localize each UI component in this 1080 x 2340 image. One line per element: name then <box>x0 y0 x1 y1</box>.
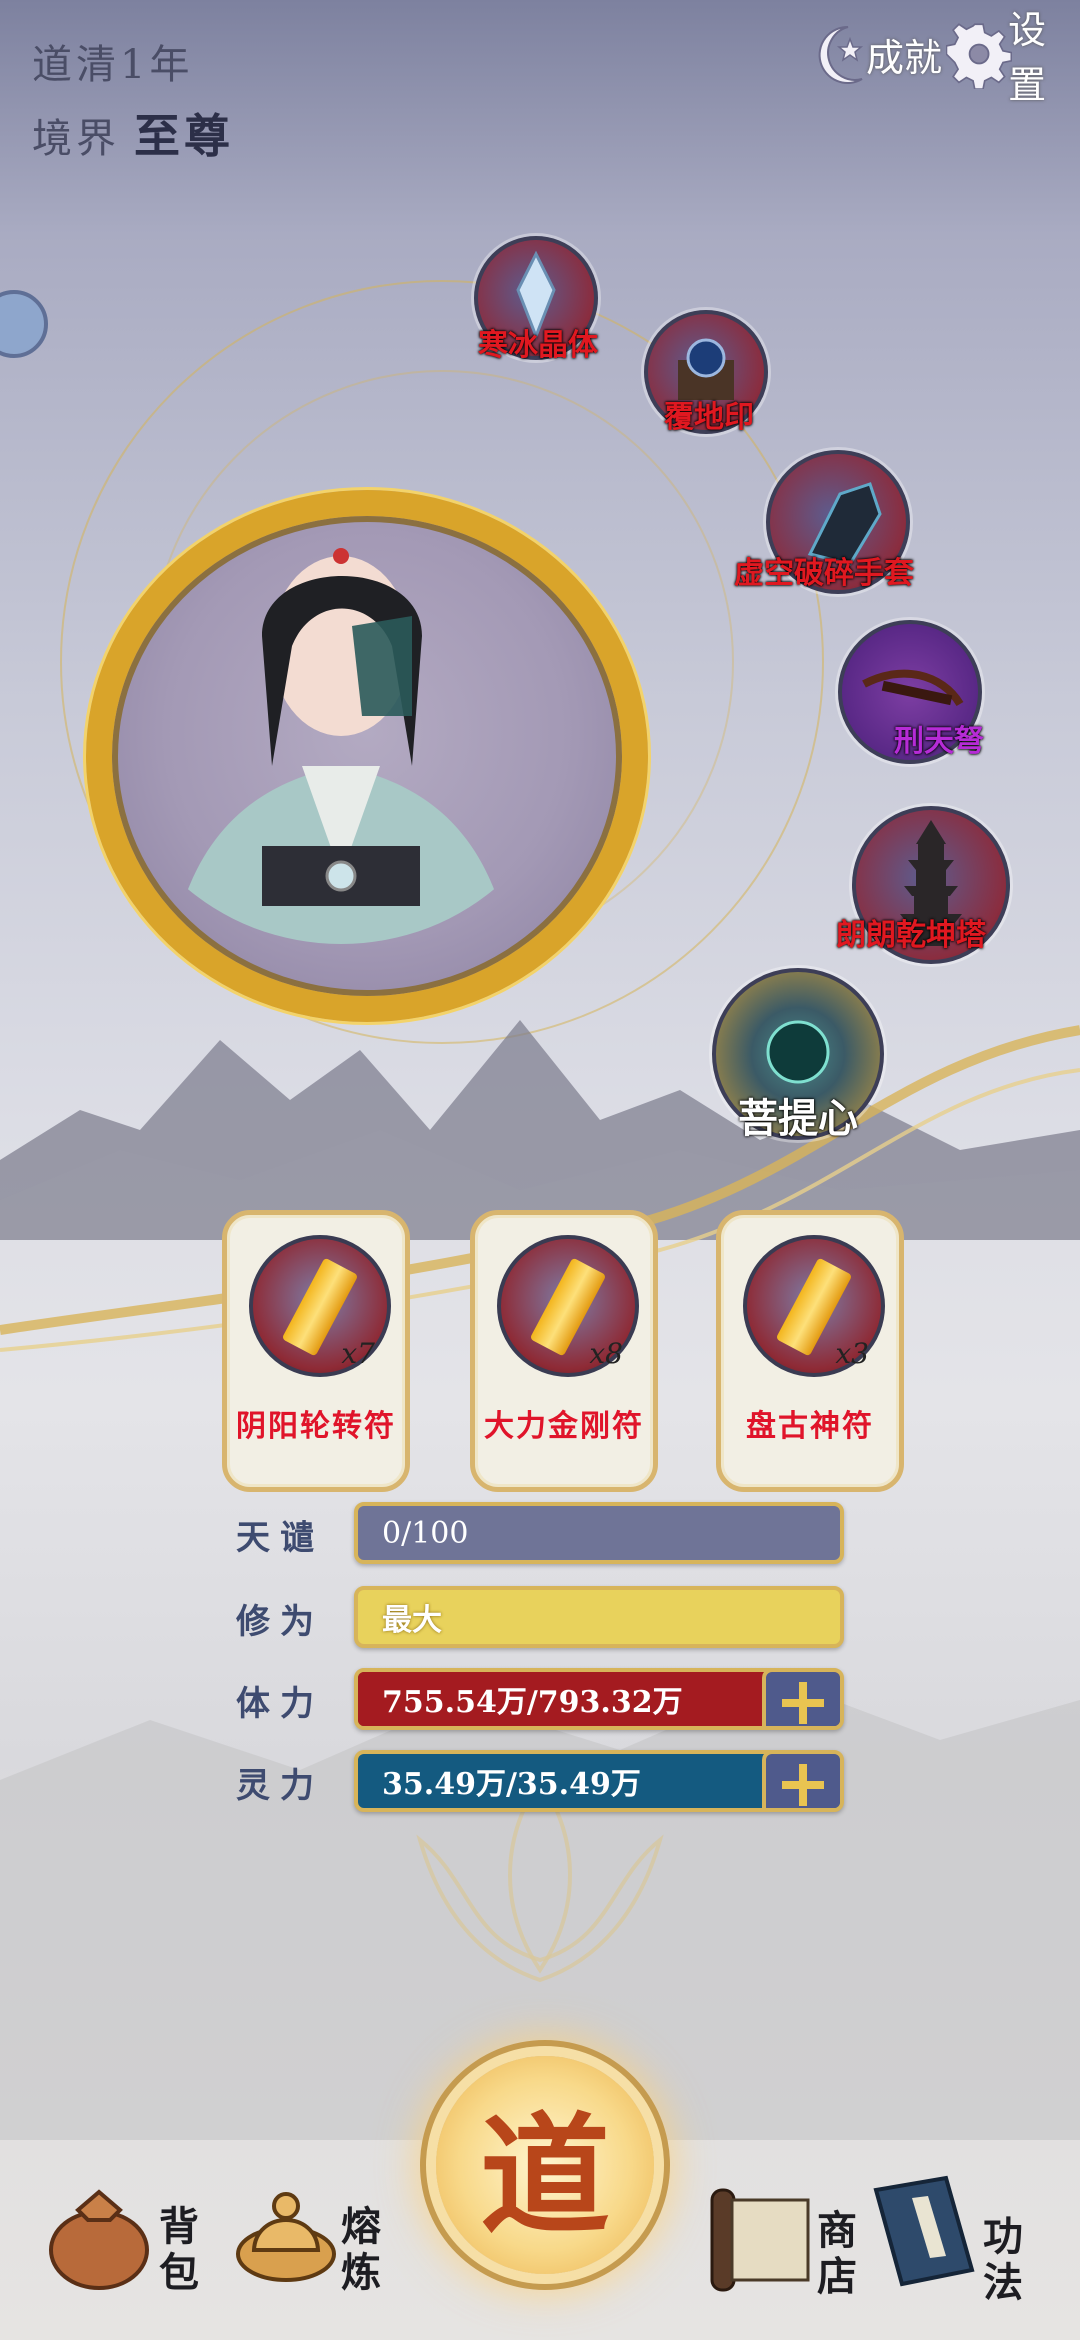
artifact-ice-crystal-label: 寒冰晶体 <box>478 328 598 363</box>
plus-icon <box>782 1682 824 1724</box>
scroll-shop-icon <box>710 2188 810 2292</box>
artifact-xingtian-crossbow-label: 刑天弩 <box>894 724 984 759</box>
talisman-count: x3 <box>835 1337 869 1370</box>
realm-row: 境界 至尊 <box>32 100 234 166</box>
stat-tili-bar: 755.54万/793.32万 <box>354 1668 844 1730</box>
artifact-fudi-seal-label: 覆地印 <box>664 400 754 435</box>
talisman-card[interactable]: x3 盘古神符 <box>716 1210 904 1492</box>
dao-year-value: 1年 <box>120 42 194 88</box>
stat-tianqian-value: 0/100 <box>382 1515 469 1551</box>
nav-shop-label: 商店 <box>817 2207 857 2300</box>
stat-tili-label: 体力 <box>236 1684 324 1724</box>
talisman-count: x8 <box>589 1337 623 1370</box>
talisman-card[interactable]: x8 大力金刚符 <box>470 1210 658 1492</box>
bag-icon <box>49 2189 149 2290</box>
plus-icon <box>782 1764 824 1806</box>
stat-xiuwei-value: 最大 <box>382 1603 442 1638</box>
nav-bag-button[interactable]: 背包 <box>44 2170 199 2310</box>
talisman-count: x7 <box>341 1337 375 1370</box>
talisman-label: 大力金刚符 <box>484 1409 644 1444</box>
achievement-label: 成就 <box>866 35 943 80</box>
achievement-button[interactable]: 成就 <box>810 14 942 94</box>
artifact-void-glove-label: 虚空破碎手套 <box>734 556 914 591</box>
stat-tili-add-button[interactable] <box>762 1672 840 1726</box>
stat-lingli-label: 灵力 <box>236 1766 324 1806</box>
stat-tianqian-bar: 0/100 <box>354 1502 844 1564</box>
nav-bag-label: 背包 <box>159 2203 199 2296</box>
stat-lingli-value: 35.49万/35.49万 <box>382 1767 641 1802</box>
settings-button[interactable]: 设置 <box>946 8 1080 107</box>
settings-label: 设置 <box>1008 8 1047 107</box>
dao-label: 道清 <box>32 42 120 88</box>
character-portrait[interactable] <box>86 490 648 1022</box>
smelt-icon <box>236 2192 336 2282</box>
stat-tianqian-label: 天谴 <box>236 1518 324 1558</box>
artifact-qiankun-tower-label: 朗朗乾坤塔 <box>836 918 986 953</box>
book-icon <box>873 2175 975 2287</box>
dao-cultivate-button[interactable]: 道 <box>436 2056 654 2274</box>
nav-skills-button[interactable]: 功法 <box>862 2170 1042 2320</box>
talisman-label: 阴阳轮转符 <box>236 1409 396 1444</box>
talisman-label: 盘古神符 <box>746 1409 874 1444</box>
nav-smelt-label: 熔炼 <box>341 2203 381 2296</box>
dao-glyph: 道 <box>479 2099 610 2252</box>
realm-value: 至尊 <box>134 109 234 163</box>
moon-star-icon <box>818 25 864 84</box>
dao-year: 道清1年 <box>32 32 193 90</box>
stat-xiuwei-label: 修为 <box>236 1602 324 1642</box>
nav-smelt-button[interactable]: 熔炼 <box>226 2170 386 2310</box>
talisman-card[interactable]: x7 阴阳轮转符 <box>222 1210 410 1492</box>
nav-shop-button[interactable]: 商店 <box>700 2180 860 2320</box>
nav-skills-label: 功法 <box>983 2213 1023 2306</box>
stat-xiuwei-bar: 最大 <box>354 1586 844 1648</box>
character-figure <box>172 548 510 944</box>
gear-icon <box>946 23 1013 89</box>
stat-lingli-add-button[interactable] <box>762 1754 840 1808</box>
stat-lingli-bar: 35.49万/35.49万 <box>354 1750 844 1812</box>
stat-tili-value: 755.54万/793.32万 <box>382 1685 683 1720</box>
side-toggle-button[interactable] <box>0 290 48 358</box>
artifact-bodhi-heart-label: 菩提心 <box>738 1095 858 1142</box>
realm-label: 境界 <box>32 116 120 162</box>
